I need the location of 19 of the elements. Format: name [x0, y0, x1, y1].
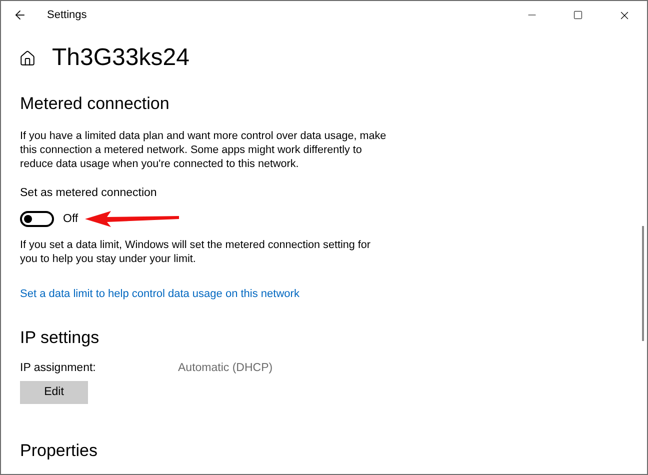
page-title: Th3G33ks24 — [52, 43, 190, 73]
arrow-icon — [85, 211, 180, 228]
ip-assignment-value: Automatic (DHCP) — [178, 360, 273, 376]
data-limit-link[interactable]: Set a data limit to help control data usage on this network — [20, 286, 300, 303]
limit-note: If you set a data limit, Windows will set the metered connection setting for you to help you stay under your limit. — [20, 238, 372, 266]
window-title: Settings — [47, 8, 87, 23]
section-heading: Properties — [20, 440, 98, 462]
back-icon — [13, 8, 27, 22]
maximize-icon — [573, 10, 583, 20]
metered-toggle[interactable] — [20, 211, 54, 228]
toggle-state: Off — [63, 212, 78, 227]
metered-description: If you have a limited data plan and want more control over data usage, make this connection a metered network. Some apps might work differently to reduce data usage when you're connected to this network. — [20, 129, 388, 171]
home-icon[interactable] — [19, 50, 36, 66]
toggle-label: Set as metered connection — [20, 186, 158, 201]
edit-button[interactable]: Edit — [20, 381, 88, 404]
ip-assignment-label: IP assignment: — [20, 360, 97, 376]
section-heading: IP settings — [20, 326, 100, 349]
scrollbar-thumb[interactable] — [642, 226, 644, 341]
section-heading: Metered connection — [20, 93, 170, 115]
